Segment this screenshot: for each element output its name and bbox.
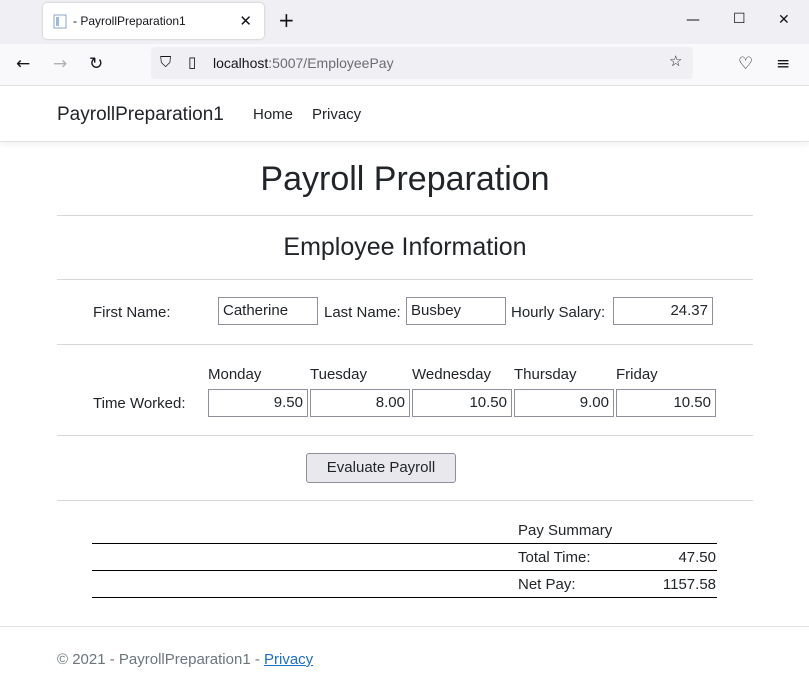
divider <box>57 279 753 280</box>
close-window-icon[interactable]: ✕ <box>778 12 790 28</box>
maximize-icon[interactable]: ☐ <box>733 11 746 27</box>
browser-tab-bar: - PayrollPreparation1 ✕ + — ☐ ✕ <box>0 0 809 44</box>
browser-toolbar: ← → ↻ ⛉ ▯ localhost:5007/EmployeePay ☆ ♡… <box>0 44 809 86</box>
page-info-icon[interactable]: ▯ <box>188 53 196 71</box>
pay-summary-heading: Pay Summary <box>518 522 613 539</box>
divider <box>57 435 753 436</box>
day-label-monday: Monday <box>208 366 262 383</box>
nav-privacy-link[interactable]: Privacy <box>312 106 361 123</box>
new-tab-icon[interactable]: + <box>278 10 295 30</box>
summary-rule <box>92 543 717 544</box>
tuesday-hours-input[interactable]: 8.00 <box>310 389 410 417</box>
last-name-input[interactable]: Busbey <box>406 297 506 325</box>
url-text[interactable]: localhost:5007/EmployeePay <box>213 55 394 71</box>
hourly-salary-input[interactable]: 24.37 <box>613 297 713 325</box>
divider <box>57 344 753 345</box>
day-label-thursday: Thursday <box>514 366 577 383</box>
brand-link[interactable]: PayrollPreparation1 <box>57 104 224 126</box>
last-name-label: Last Name: <box>324 304 401 321</box>
browser-tab[interactable]: - PayrollPreparation1 ✕ <box>43 3 264 39</box>
divider <box>57 215 753 216</box>
net-pay-label: Net Pay: <box>518 576 576 593</box>
forward-icon[interactable]: → <box>53 54 67 74</box>
summary-rule <box>92 597 717 598</box>
footer-text: © 2021 - PayrollPreparation1 - Privacy <box>57 651 313 668</box>
menu-icon[interactable]: ≡ <box>776 54 790 74</box>
hourly-salary-label: Hourly Salary: <box>511 304 606 321</box>
total-time-label: Total Time: <box>518 549 591 566</box>
minimize-icon[interactable]: — <box>686 12 700 28</box>
close-tab-icon[interactable]: ✕ <box>239 12 252 30</box>
nav-home-link[interactable]: Home <box>253 106 293 123</box>
friday-hours-input[interactable]: 10.50 <box>616 389 716 417</box>
shield-icon[interactable]: ⛉ <box>160 53 171 71</box>
day-label-tuesday: Tuesday <box>310 366 367 383</box>
bookmark-star-icon[interactable]: ☆ <box>669 52 682 70</box>
page-icon <box>53 14 67 29</box>
url-bar[interactable]: ⛉ ▯ localhost:5007/EmployeePay ☆ <box>151 47 693 79</box>
copyright-text: © 2021 - PayrollPreparation1 - <box>57 651 264 668</box>
first-name-label: First Name: <box>93 304 171 321</box>
net-pay-value: 1157.58 <box>662 576 716 593</box>
total-time-value: 47.50 <box>678 549 716 566</box>
day-label-wednesday: Wednesday <box>412 366 491 383</box>
page-title: Payroll Preparation <box>260 160 550 198</box>
url-path: :5007/EmployeePay <box>268 55 394 71</box>
footer-privacy-link[interactable]: Privacy <box>264 651 313 668</box>
thursday-hours-input[interactable]: 9.00 <box>514 389 614 417</box>
evaluate-payroll-button[interactable]: Evaluate Payroll <box>306 453 456 483</box>
wednesday-hours-input[interactable]: 10.50 <box>412 389 512 417</box>
back-icon[interactable]: ← <box>16 54 30 74</box>
reload-icon[interactable]: ↻ <box>89 54 103 74</box>
day-label-friday: Friday <box>616 366 658 383</box>
footer: © 2021 - PayrollPreparation1 - Privacy <box>0 626 809 689</box>
pocket-icon[interactable]: ♡ <box>738 54 753 74</box>
summary-rule <box>92 570 717 571</box>
site-header: PayrollPreparation1 Home Privacy <box>0 86 809 142</box>
time-worked-label: Time Worked: <box>93 395 186 412</box>
section-title: Employee Information <box>283 233 527 261</box>
monday-hours-input[interactable]: 9.50 <box>208 389 308 417</box>
tab-title: - PayrollPreparation1 <box>73 14 186 28</box>
url-host: localhost <box>213 55 269 71</box>
divider <box>57 500 753 501</box>
first-name-input[interactable]: Catherine <box>218 297 318 325</box>
